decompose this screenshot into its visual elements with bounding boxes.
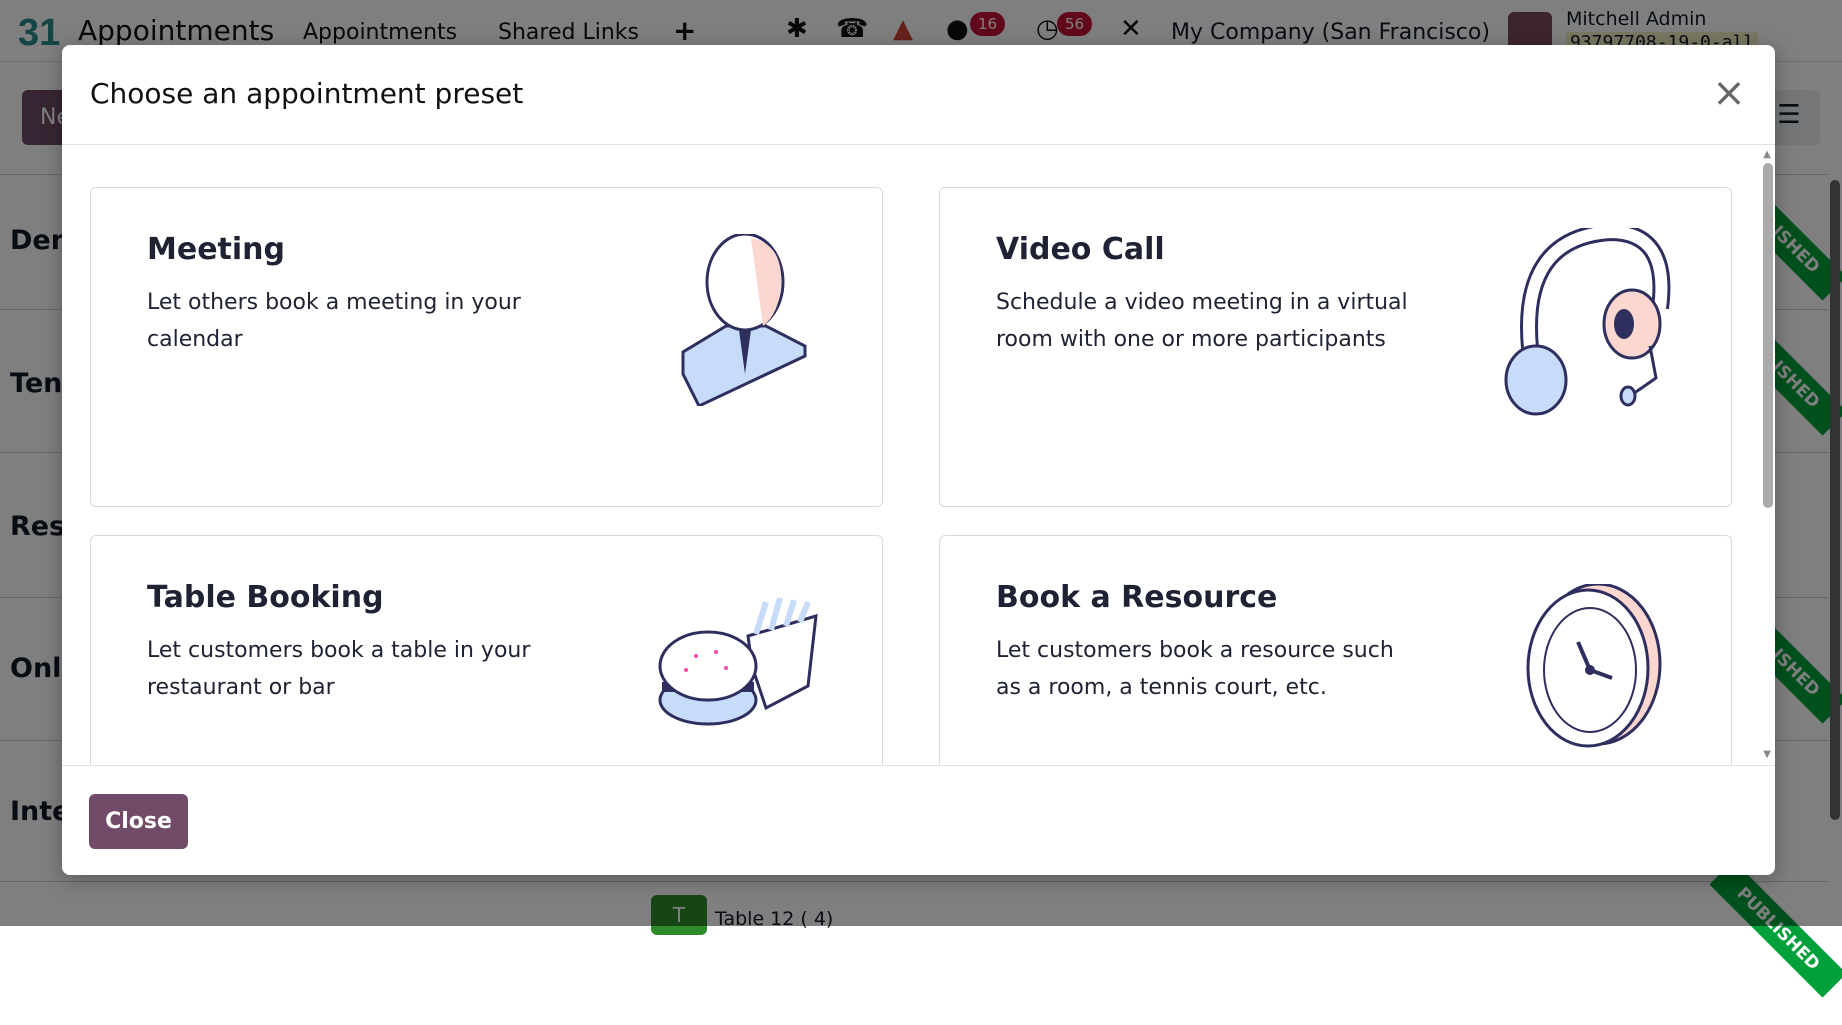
dialog-footer: Close (62, 765, 1775, 875)
preset-dialog: Choose an appointment preset × Meeting L… (62, 45, 1775, 875)
card-description: Let others book a meeting in your calend… (147, 284, 567, 358)
preset-card-table-booking[interactable]: Table Booking Let customers book a table… (90, 535, 883, 765)
dialog-title: Choose an appointment preset (90, 77, 523, 110)
dialog-scrollbar[interactable] (1763, 163, 1773, 508)
preset-card-meeting[interactable]: Meeting Let others book a meeting in you… (90, 187, 883, 507)
card-title: Meeting (147, 232, 285, 267)
preset-card-book-resource[interactable]: Book a Resource Let customers book a res… (939, 535, 1732, 765)
scroll-down-icon[interactable]: ▼ (1763, 749, 1771, 760)
preset-card-video-call[interactable]: Video Call Schedule a video meeting in a… (939, 187, 1732, 507)
close-icon[interactable]: × (1707, 71, 1751, 115)
dialog-body: Meeting Let others book a meeting in you… (62, 145, 1775, 765)
headset-illustration-icon (1500, 228, 1676, 416)
dialog-header: Choose an appointment preset × (62, 45, 1775, 145)
card-description: Schedule a video meeting in a virtual ro… (996, 284, 1416, 358)
card-title: Video Call (996, 232, 1165, 267)
burger-illustration-icon (656, 596, 822, 728)
person-illustration-icon (681, 234, 807, 406)
card-title: Book a Resource (996, 580, 1277, 615)
clock-illustration-icon (1524, 584, 1664, 748)
close-button[interactable]: Close (89, 794, 188, 849)
card-description: Let customers book a table in your resta… (147, 632, 567, 706)
card-title: Table Booking (147, 580, 384, 615)
scroll-up-icon[interactable]: ▲ (1763, 149, 1771, 160)
card-description: Let customers book a resource such as a … (996, 632, 1416, 706)
